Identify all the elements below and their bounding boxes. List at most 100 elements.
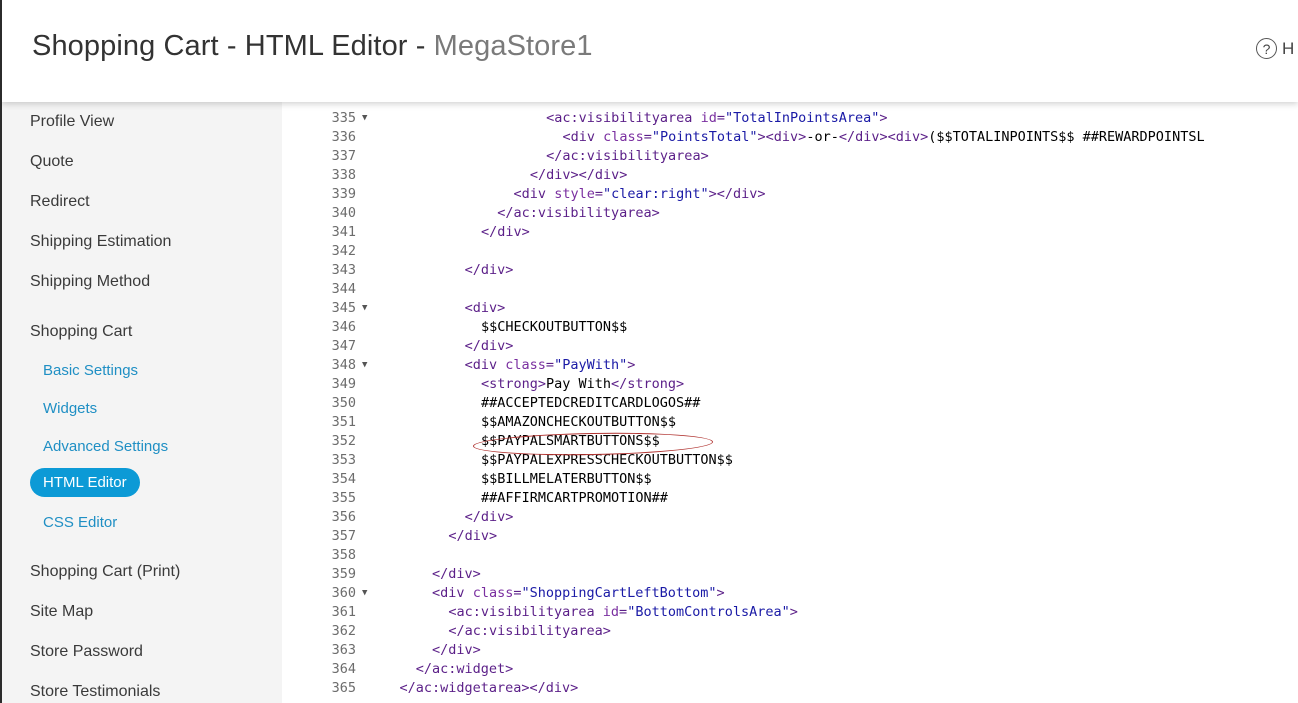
sidebar-item-shopping-cart[interactable]: Shopping Cart	[30, 323, 132, 341]
code-token-val: "PointsTotal"	[651, 129, 758, 145]
sidebar-item-widgets[interactable]: Widgets	[43, 400, 97, 417]
sidebar-item-profile-view[interactable]: Profile View	[30, 113, 114, 131]
line-number: 344	[331, 281, 356, 297]
window-left-border	[0, 0, 2, 703]
code-line: 361 <ac:visibilityarea id="BottomControls…	[282, 603, 1298, 622]
line-number: 360	[331, 585, 356, 601]
code-token-txt: $$CHECKOUTBUTTON$$	[480, 319, 628, 335]
code-token-tag: </div><div>	[838, 129, 929, 145]
code-line: 341 </div>	[282, 223, 1298, 242]
code-line: 351 $$AMAZONCHECKOUTBUTTON$$	[282, 413, 1298, 432]
code-token-val: "PayWith"	[554, 357, 628, 373]
code-token-tag: </div>	[432, 566, 481, 582]
code-token-val: "BottomControlsArea"	[627, 604, 790, 620]
code-token-attr: class	[603, 129, 644, 145]
code-line: 346 $$CHECKOUTBUTTON$$	[282, 318, 1298, 337]
code-token-tag: >	[879, 110, 888, 126]
sidebar-item-basic-settings[interactable]: Basic Settings	[43, 362, 138, 379]
code-line: 359 </div>	[282, 565, 1298, 584]
line-number: 336	[331, 129, 356, 145]
code-token-txt: -or-	[806, 129, 839, 145]
line-number: 354	[331, 471, 356, 487]
code-text: </ac:visibilityarea>	[448, 622, 611, 641]
code-text: <div class="ShoppingCartLeftBottom">	[432, 584, 725, 603]
sidebar-item-shopping-cart-print[interactable]: Shopping Cart (Print)	[30, 563, 180, 581]
code-token-tag: <div	[432, 585, 473, 601]
line-number: 343	[331, 262, 356, 278]
code-text: <div>	[465, 299, 506, 318]
code-token-tag: =	[594, 186, 603, 202]
sidebar-item-shipping-estimation[interactable]: Shipping Estimation	[30, 233, 171, 251]
code-line: 353 $$PAYPALEXPRESSCHECKOUTBUTTON$$	[282, 451, 1298, 470]
sidebar-item-advanced-settings[interactable]: Advanced Settings	[43, 438, 168, 455]
sidebar-item-store-password[interactable]: Store Password	[30, 643, 143, 661]
fold-toggle-icon[interactable]: ▼	[362, 109, 367, 128]
line-number: 362	[331, 623, 356, 639]
code-text: $$BILLMELATERBUTTON$$	[481, 470, 652, 489]
code-token-val: "ShoppingCartLeftBottom"	[521, 585, 717, 601]
code-line: 348 ▼ <div class="PayWith">	[282, 356, 1298, 375]
fold-toggle-icon[interactable]: ▼	[362, 299, 367, 318]
code-token-tag: =	[716, 110, 725, 126]
code-text: </div>	[465, 508, 514, 527]
code-line: 355 ##AFFIRMCARTPROMOTION##	[282, 489, 1298, 508]
code-token-tag: </div>	[464, 262, 514, 278]
line-number: 359	[331, 566, 356, 582]
code-token-tag: >	[789, 604, 798, 620]
code-token-txt: ($$TOTALINPOINTS$$ ##REWARDPOINTSL	[928, 129, 1205, 145]
line-number: 345	[331, 300, 356, 316]
code-token-tag: =	[545, 357, 555, 373]
code-text: </div></div>	[530, 166, 628, 185]
line-number: 365	[331, 680, 356, 696]
sidebar-item-quote[interactable]: Quote	[30, 153, 74, 171]
code-editor[interactable]: 335 ▼ <ac:visibilityarea id="TotalInPoints…	[282, 102, 1298, 703]
code-text: $$CHECKOUTBUTTON$$	[481, 318, 627, 337]
code-text: </div>	[481, 223, 530, 242]
code-token-tag: ></div>	[708, 186, 766, 202]
sidebar-item-store-testimonials[interactable]: Store Testimonials	[30, 683, 160, 701]
fold-toggle-icon[interactable]: ▼	[362, 584, 367, 603]
code-text: </ac:visibilityarea>	[497, 204, 660, 223]
code-line: 339 <div style="clear:right"></div>	[282, 185, 1298, 204]
fold-toggle-icon[interactable]: ▼	[362, 356, 367, 375]
code-token-txt: ##ACCEPTEDCREDITCARDLOGOS##	[480, 395, 701, 411]
sidebar-item-shipping-method[interactable]: Shipping Method	[30, 273, 150, 291]
code-token-tag: =	[619, 604, 628, 620]
code-text: $$AMAZONCHECKOUTBUTTON$$	[481, 413, 676, 432]
code-token-tag: <div>	[464, 300, 506, 316]
code-text: ##AFFIRMCARTPROMOTION##	[481, 489, 668, 508]
code-token-tag: <div	[464, 357, 506, 373]
code-token-tag: </ac:widget>	[415, 661, 514, 677]
code-text: </div>	[465, 337, 514, 356]
line-number: 346	[331, 319, 356, 335]
code-line-partial	[282, 102, 1298, 109]
sidebar-item-site-map[interactable]: Site Map	[30, 603, 93, 621]
code-token-txt: $$BILLMELATERBUTTON$$	[480, 471, 652, 487]
code-line: 358	[282, 546, 1298, 565]
code-line: 337 </ac:visibilityarea>	[282, 147, 1298, 166]
help-label: H	[1282, 38, 1295, 58]
code-token-tag: <ac:visibilityarea	[546, 110, 701, 126]
code-line: 349 <strong>Pay With</strong>	[282, 375, 1298, 394]
code-text: <div class="PayWith">	[465, 356, 636, 375]
sidebar-item-html-editor[interactable]: HTML Editor	[30, 468, 140, 497]
sidebar-item-redirect[interactable]: Redirect	[30, 193, 90, 211]
code-token-tag: =	[643, 129, 652, 145]
line-number: 356	[331, 509, 356, 525]
line-number: 342	[331, 243, 356, 259]
code-text: <div style="clear:right"></div>	[514, 185, 766, 204]
code-line: 362 </ac:visibilityarea>	[282, 622, 1298, 641]
code-line: 344	[282, 280, 1298, 299]
line-number: 364	[331, 661, 356, 677]
code-text: <ac:visibilityarea id="BottomControlsAre…	[448, 603, 798, 622]
line-number: 349	[331, 376, 356, 392]
code-line: 350 ##ACCEPTEDCREDITCARDLOGOS##	[282, 394, 1298, 413]
code-token-tag: </div>	[480, 224, 530, 240]
page-header: Shopping Cart - HTML Editor - MegaStore1…	[2, 0, 1298, 102]
code-token-attr: class	[472, 585, 514, 601]
code-token-val: "TotalInPointsArea"	[724, 110, 880, 126]
sidebar-item-css-editor[interactable]: CSS Editor	[43, 514, 117, 531]
line-number: 361	[331, 604, 356, 620]
code-text: </div>	[432, 565, 481, 584]
help-button[interactable]: ? H	[1256, 38, 1294, 59]
